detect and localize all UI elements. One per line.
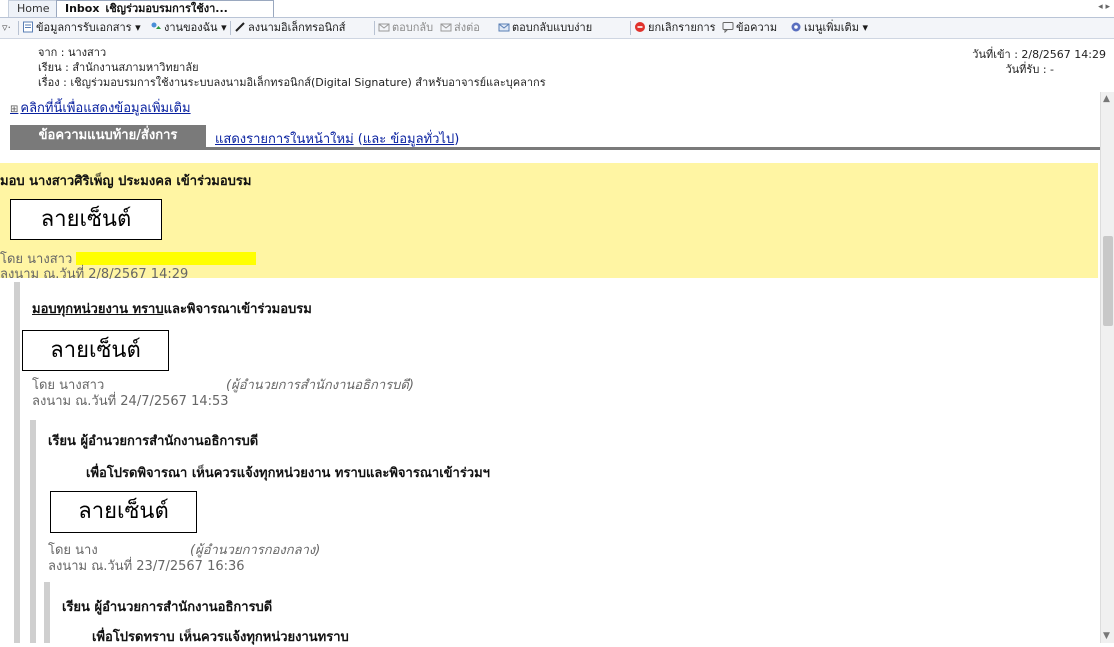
toolbar: ▿· ข้อมูลการรับเอกสาร ▾ งานของฉัน ▾ ลงนา… bbox=[0, 18, 1114, 39]
forward-label: ส่งต่อ bbox=[454, 21, 480, 34]
my-work-label: งานของฉัน bbox=[164, 21, 218, 34]
my-work-button[interactable]: งานของฉัน ▾ bbox=[150, 20, 227, 36]
tab-attachments-orders[interactable]: ข้อความแนบท้าย/สั่งการ bbox=[10, 125, 206, 147]
thread-level-1-bar bbox=[14, 282, 20, 643]
reply-label: ตอบกลับ bbox=[392, 21, 434, 34]
section-links: แสดงรายการในหน้าใหม่ (และ ข้อมูลทั่วไป) bbox=[215, 128, 459, 149]
general-info-link[interactable]: และ ข้อมูลทั่วไป bbox=[363, 132, 454, 147]
simple-reply-button[interactable]: ตอบกลับแบบง่าย bbox=[498, 20, 592, 36]
order-text-3: เพื่อโปรดพิจารณา เห็นควรแจ้งทุกหน่วยงาน … bbox=[86, 466, 490, 481]
recipient-4: เรียน ผู้อำนวยการสำนักงานอธิการบดี bbox=[62, 600, 273, 615]
signature-image-1: ลายเซ็นต์ bbox=[10, 199, 162, 240]
more-info-label: คลิกที่นี้เพื่อแสดงข้อมูลเพิ่มเติม bbox=[20, 101, 191, 116]
simple-reply-icon bbox=[498, 23, 510, 32]
toolbar-separator bbox=[230, 21, 231, 35]
vertical-scrollbar[interactable]: ▲ ▼ bbox=[1100, 92, 1114, 643]
message-label: ข้อความ bbox=[736, 21, 778, 34]
reply-button[interactable]: ตอบกลับ bbox=[378, 20, 433, 36]
pen-icon bbox=[235, 22, 245, 32]
show-new-page-link[interactable]: แสดงรายการในหน้าใหม่ bbox=[215, 132, 354, 147]
order-text-2-underlined: มอบทุกหน่วยงาน ทราบ bbox=[32, 302, 164, 317]
my-work-icon bbox=[151, 22, 161, 29]
thread-level-2-bar bbox=[30, 420, 36, 643]
gear-icon bbox=[791, 22, 801, 32]
order-text-1: มอบ นางสาวศิริเพ็ญ ประมงคล เข้าร่วมอบรม bbox=[0, 174, 252, 189]
e-sign-button[interactable]: ลงนามอิเล็กทรอนิกส์ bbox=[234, 20, 346, 36]
cancel-item-label: ยกเลิกรายการ bbox=[648, 21, 716, 34]
expand-plus-icon: ⊞ bbox=[10, 104, 19, 115]
toolbar-expand-icon[interactable]: ▿· bbox=[2, 20, 11, 36]
thread-level-3-bar bbox=[44, 582, 50, 643]
toolbar-separator bbox=[630, 21, 631, 35]
more-menu-label: เมนูเพิ่มเติม bbox=[804, 21, 859, 34]
doc-info-label: ข้อมูลการรับเอกสาร bbox=[36, 21, 132, 34]
forward-button[interactable]: ส่งต่อ bbox=[440, 20, 480, 36]
general-info-close-paren: ) bbox=[454, 132, 460, 147]
forward-icon bbox=[440, 23, 452, 32]
tab-inbox[interactable]: Inbox เชิญร่วมอบรมการใช้งา... bbox=[56, 0, 274, 17]
tab-inbox-title: เชิญร่วมอบรมการใช้งา... bbox=[105, 2, 228, 15]
signed-date-2: ลงนาม ณ.วันที่ 24/7/2567 14:53 bbox=[32, 394, 229, 409]
document-info-icon bbox=[23, 21, 33, 33]
order-text-2-rest: และพิจารณาเข้าร่วมอบรม bbox=[163, 302, 312, 317]
accepted-date: วันที่รับ : - bbox=[1005, 63, 1054, 76]
subject-field: เรื่อง : เชิญร่วมอบรมการใช้งานระบบลงนามอ… bbox=[38, 76, 546, 89]
section-divider bbox=[10, 147, 1100, 150]
toolbar-separator bbox=[18, 21, 19, 35]
more-info-link[interactable]: ⊞ คลิกที่นี้เพื่อแสดงข้อมูลเพิ่มเติม bbox=[10, 97, 191, 118]
tab-inbox-prefix: Inbox bbox=[65, 2, 100, 15]
recipient-3: เรียน ผู้อำนวยการสำนักงานอธิการบดี bbox=[48, 434, 259, 449]
order-text-4: เพื่อโปรดทราบ เห็นควรแจ้งทุกหน่วยงานทราบ bbox=[92, 630, 349, 645]
signature-image-3: ลายเซ็นต์ bbox=[50, 491, 197, 533]
message-icon bbox=[722, 22, 734, 33]
tab-strip: Home Inbox เชิญร่วมอบรมการใช้งา... ◂ ▸ bbox=[0, 0, 1114, 18]
toolbar-separator bbox=[374, 21, 375, 35]
e-sign-label: ลงนามอิเล็กทรอนิกส์ bbox=[248, 21, 346, 34]
simple-reply-label: ตอบกลับแบบง่าย bbox=[512, 21, 593, 34]
scroll-up-icon[interactable]: ▲ bbox=[1103, 94, 1110, 104]
order-text-2: มอบทุกหน่วยงาน ทราบและพิจารณาเข้าร่วมอบร… bbox=[32, 298, 312, 319]
tab-scroll-arrows-icon[interactable]: ◂ ▸ bbox=[1098, 2, 1110, 12]
signed-date-3: ลงนาม ณ.วันที่ 23/7/2567 16:36 bbox=[48, 559, 245, 574]
signature-image-2: ลายเซ็นต์ bbox=[22, 330, 169, 371]
signed-date-1: ลงนาม ณ.วันที่ 2/8/2567 14:29 bbox=[0, 267, 189, 282]
more-menu-button[interactable]: เมนูเพิ่มเติม ▾ bbox=[790, 20, 868, 36]
scrollbar-thumb[interactable] bbox=[1103, 236, 1113, 326]
doc-info-button[interactable]: ข้อมูลการรับเอกสาร ▾ bbox=[22, 20, 141, 36]
cancel-icon bbox=[635, 22, 645, 32]
cancel-item-button[interactable]: ยกเลิกรายการ bbox=[634, 20, 716, 36]
reply-icon bbox=[378, 23, 390, 32]
scroll-down-icon[interactable]: ▼ bbox=[1103, 631, 1110, 641]
message-button[interactable]: ข้อความ bbox=[722, 20, 777, 36]
signer-position-2: (ผู้อำนวยการสำนักงานอธิการบดี) bbox=[226, 378, 414, 393]
